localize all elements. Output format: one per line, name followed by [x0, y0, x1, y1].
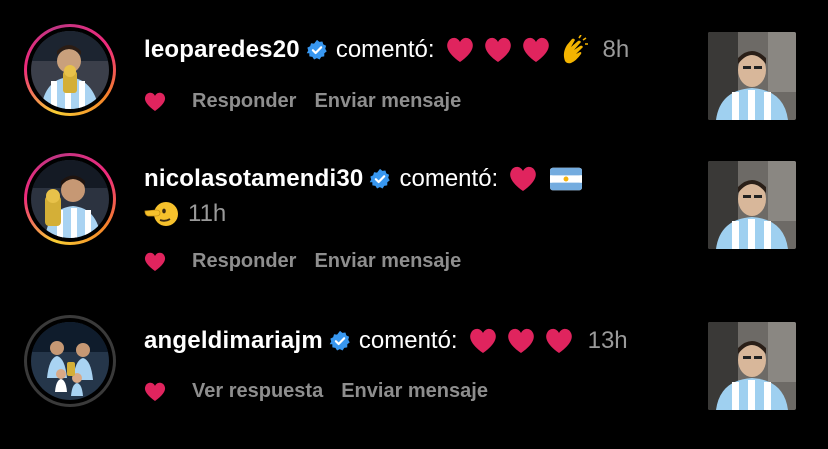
post-thumbnail-image	[708, 161, 796, 249]
heart-emoji-icon	[446, 37, 473, 62]
user-avatar[interactable]	[24, 153, 116, 245]
comment-row-2: nicolasotamendi30 comentó: 11h Responder…	[0, 140, 828, 300]
comment-actions: Responder Enviar mensaje	[144, 250, 479, 273]
comment-action-text: comentó:	[335, 36, 435, 63]
comment-line: leoparedes20 comentó: 8h	[144, 35, 629, 65]
heart-emoji-icon	[510, 166, 537, 191]
username[interactable]: angeldimariajm	[144, 327, 323, 355]
avatar-photo	[31, 160, 109, 238]
comment-line: nicolasotamendi30 comentó:	[144, 165, 583, 193]
argentina-flag-icon	[550, 167, 583, 191]
post-thumbnail[interactable]	[708, 161, 796, 249]
send-message-button[interactable]: Enviar mensaje	[341, 380, 488, 403]
avatar-photo	[31, 31, 109, 109]
comment-row-3: angeldimariajm comentó: 13h Ver respuest…	[0, 300, 828, 449]
like-heart-icon[interactable]	[144, 252, 166, 272]
send-message-button[interactable]: Enviar mensaje	[314, 250, 461, 273]
username[interactable]: leoparedes20	[144, 36, 300, 64]
comment-row-1: leoparedes20 comentó: 8h Responder Envia…	[0, 0, 828, 140]
heart-emoji-icon	[545, 328, 572, 353]
verified-badge-icon	[370, 168, 391, 189]
comment-actions: Ver respuesta Enviar mensaje	[144, 380, 506, 403]
user-avatar[interactable]	[24, 24, 116, 116]
user-avatar[interactable]	[24, 315, 116, 407]
view-replies-button[interactable]: Ver respuesta	[192, 380, 323, 403]
username[interactable]: nicolasotamendi30	[144, 165, 363, 193]
comment-actions: Responder Enviar mensaje	[144, 90, 479, 113]
post-thumbnail[interactable]	[708, 322, 796, 410]
reply-button[interactable]: Responder	[192, 90, 296, 113]
verified-badge-icon	[306, 39, 327, 60]
heart-emoji-icon	[507, 328, 534, 353]
heart-emoji-icon	[484, 37, 511, 62]
post-thumbnail[interactable]	[708, 32, 796, 120]
send-message-button[interactable]: Enviar mensaje	[314, 90, 461, 113]
comment-action-text: comentó:	[358, 327, 458, 354]
heart-emoji-icon	[469, 328, 496, 353]
pointing-face-icon	[144, 202, 178, 226]
avatar-photo	[31, 322, 109, 400]
verified-badge-icon	[329, 330, 350, 351]
heart-emoji-icon	[522, 37, 549, 62]
timestamp: 13h	[587, 327, 628, 354]
comment-line-continued: 11h	[144, 199, 226, 229]
timestamp: 8h	[602, 36, 630, 63]
clapping-hands-icon	[563, 35, 588, 64]
comment-line: angeldimariajm comentó: 13h	[144, 327, 628, 355]
like-heart-icon[interactable]	[144, 92, 166, 112]
timestamp: 11h	[188, 200, 227, 227]
reply-button[interactable]: Responder	[192, 250, 296, 273]
comment-action-text: comentó:	[399, 165, 499, 192]
post-thumbnail-image	[708, 32, 796, 120]
like-heart-icon[interactable]	[144, 382, 166, 402]
post-thumbnail-image	[708, 322, 796, 410]
